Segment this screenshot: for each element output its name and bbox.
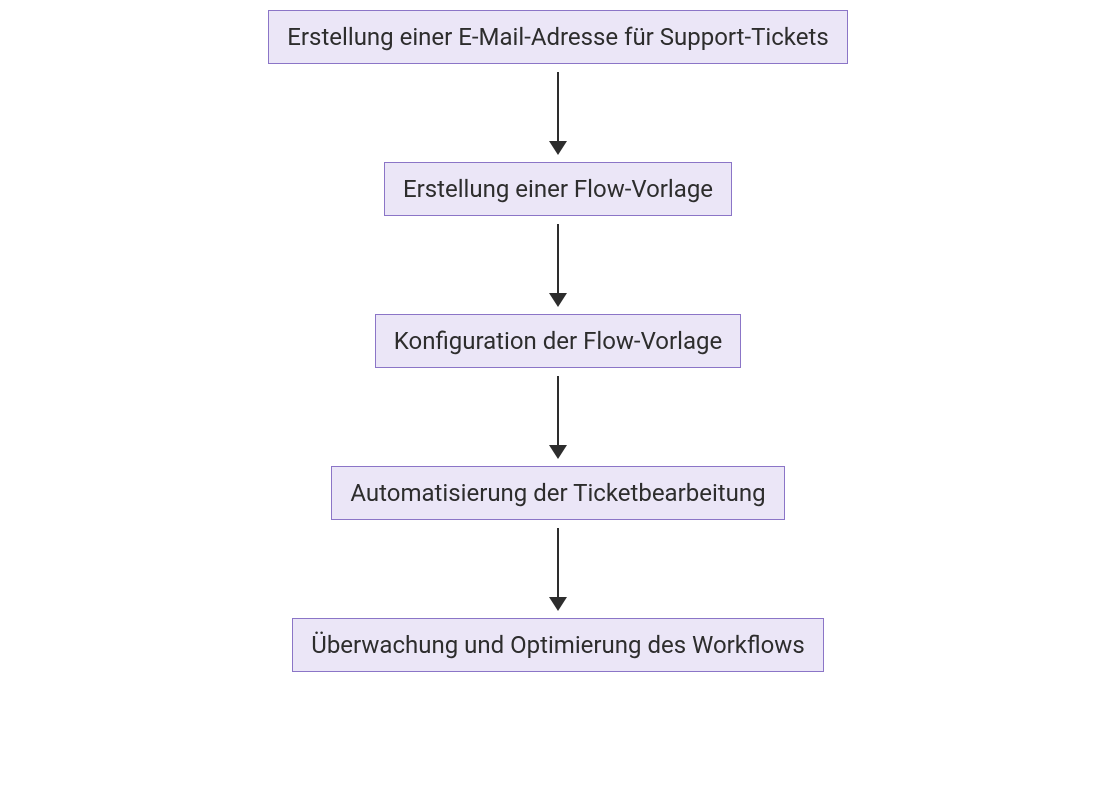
flow-node-step3: Konfiguration der Flow-Vorlage — [375, 314, 741, 368]
arrow-line-icon — [557, 224, 560, 294]
arrow-line-icon — [557, 376, 560, 446]
flow-node-label: Konfiguration der Flow-Vorlage — [394, 327, 722, 355]
flow-node-step2: Erstellung einer Flow-Vorlage — [384, 162, 732, 216]
arrow-head-icon — [549, 141, 567, 155]
arrow-head-icon — [549, 293, 567, 307]
flow-arrow — [549, 64, 567, 162]
flow-node-label: Automatisierung der Ticketbearbeitung — [350, 479, 765, 507]
flow-node-step4: Automatisierung der Ticketbearbeitung — [331, 466, 784, 520]
flow-node-label: Erstellung einer Flow-Vorlage — [403, 175, 713, 203]
flow-node-label: Überwachung und Optimierung des Workflow… — [311, 631, 804, 659]
flow-arrow — [549, 368, 567, 466]
arrow-head-icon — [549, 445, 567, 459]
flow-node-step5: Überwachung und Optimierung des Workflow… — [292, 618, 823, 672]
arrow-line-icon — [557, 72, 560, 142]
flow-node-step1: Erstellung einer E-Mail-Adresse für Supp… — [268, 10, 847, 64]
flow-node-label: Erstellung einer E-Mail-Adresse für Supp… — [287, 23, 828, 51]
arrow-line-icon — [557, 528, 560, 598]
arrow-head-icon — [549, 597, 567, 611]
flow-arrow — [549, 520, 567, 618]
flow-arrow — [549, 216, 567, 314]
